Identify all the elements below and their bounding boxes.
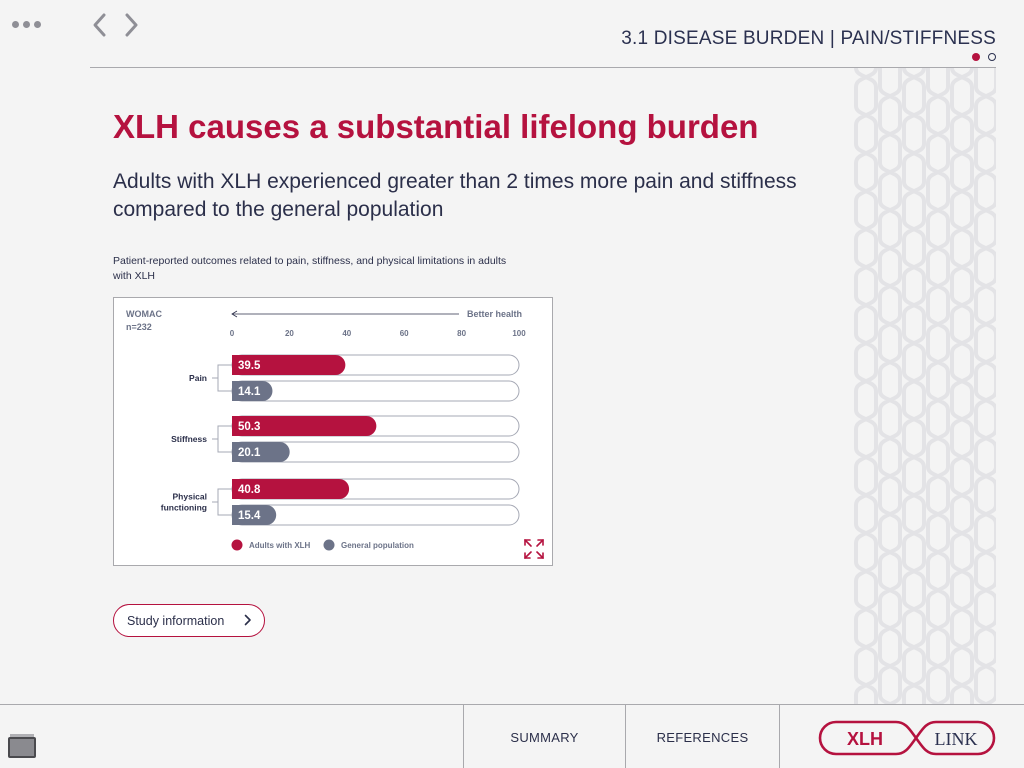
direction-label: Better health bbox=[467, 309, 522, 319]
legend-label: General population bbox=[341, 541, 414, 550]
category-group: 39.5 14.1 Pain bbox=[189, 354, 520, 402]
section-title: 3.1 DISEASE BURDEN | PAIN/STIFFNESS bbox=[621, 28, 996, 49]
slide-thumbnail-icon[interactable] bbox=[7, 733, 37, 759]
category-bracket bbox=[217, 364, 232, 392]
bar-value-label: 50.3 bbox=[238, 421, 260, 433]
xlh-link-logo: XLH LINK bbox=[818, 720, 996, 756]
chevron-right-icon bbox=[244, 614, 251, 626]
study-information-button[interactable]: Study information bbox=[113, 604, 265, 637]
legend-swatch bbox=[323, 539, 335, 551]
bar-value-label: 14.1 bbox=[238, 386, 261, 398]
page-dot-1[interactable] bbox=[972, 53, 980, 61]
category-bracket bbox=[217, 488, 232, 516]
bar-value-label: 20.1 bbox=[238, 447, 261, 459]
page-dot-2[interactable] bbox=[988, 53, 996, 61]
footer-divider bbox=[779, 705, 780, 768]
chart-canvas: WOMAC n=232 Better health 0 20 40 60 80 100 3… bbox=[126, 309, 544, 559]
bars-group: 39.5 14.1 Pain 50.3 20.1 Stiffness 40.8 15.4 Phy… bbox=[161, 354, 520, 526]
x-tick-label: 0 bbox=[230, 329, 235, 338]
study-information-label: Study information bbox=[127, 613, 225, 628]
page-indicator bbox=[972, 53, 996, 61]
bar-value-label: 15.4 bbox=[238, 510, 261, 522]
chain-strand bbox=[974, 68, 996, 704]
summary-link[interactable]: SUMMARY bbox=[464, 705, 625, 768]
chart-scale-label: WOMAC bbox=[126, 309, 162, 319]
category-label: Stiffness bbox=[171, 434, 207, 444]
category-label: functioning bbox=[161, 503, 207, 513]
chain-strand bbox=[854, 68, 878, 704]
direction-arrow bbox=[231, 310, 459, 318]
page-subheading: Adults with XLH experienced greater than… bbox=[113, 170, 797, 221]
bar-value-label: 39.5 bbox=[238, 360, 261, 372]
bar-track bbox=[231, 380, 520, 402]
chart-legend: Adults with XLH General population bbox=[231, 539, 414, 551]
logo-xlh-text: XLH bbox=[847, 729, 883, 749]
decorative-chain-pattern bbox=[854, 68, 996, 704]
chart-caption: Patient-reported outcomes related to pai… bbox=[113, 255, 507, 282]
x-tick-label: 20 bbox=[285, 329, 294, 338]
chevron-right-icon[interactable] bbox=[118, 10, 144, 40]
category-group: 40.8 15.4 Physicalfunctioning bbox=[161, 478, 520, 526]
x-tick-label: 60 bbox=[400, 329, 409, 338]
more-dots-icon[interactable] bbox=[12, 14, 44, 34]
references-link[interactable]: REFERENCES bbox=[626, 705, 779, 768]
chain-strand bbox=[878, 68, 902, 704]
page-headline: XLH causes a substantial lifelong burden bbox=[113, 108, 759, 145]
womac-chart: WOMAC n=232 Better health 0 20 40 60 80 100 3… bbox=[113, 297, 553, 566]
x-axis-ticks: 0 20 40 60 80 100 bbox=[230, 329, 526, 338]
category-bracket bbox=[217, 425, 232, 453]
category-group: 50.3 20.1 Stiffness bbox=[171, 415, 520, 463]
category-label: Physical bbox=[173, 492, 208, 502]
legend-swatch bbox=[231, 539, 243, 551]
chain-strand bbox=[950, 68, 974, 704]
bar-value-label: 40.8 bbox=[238, 484, 261, 496]
chain-strand bbox=[926, 68, 950, 704]
legend-label: Adults with XLH bbox=[249, 541, 311, 550]
chevron-left-icon[interactable] bbox=[88, 10, 114, 40]
expand-icon[interactable] bbox=[524, 539, 544, 559]
x-tick-label: 40 bbox=[342, 329, 351, 338]
x-tick-label: 80 bbox=[457, 329, 466, 338]
chart-sample-label: n=232 bbox=[126, 322, 152, 332]
chain-strand bbox=[902, 68, 926, 704]
x-tick-label: 100 bbox=[512, 329, 526, 338]
category-label: Pain bbox=[189, 373, 207, 383]
logo-link-text: LINK bbox=[935, 729, 978, 749]
